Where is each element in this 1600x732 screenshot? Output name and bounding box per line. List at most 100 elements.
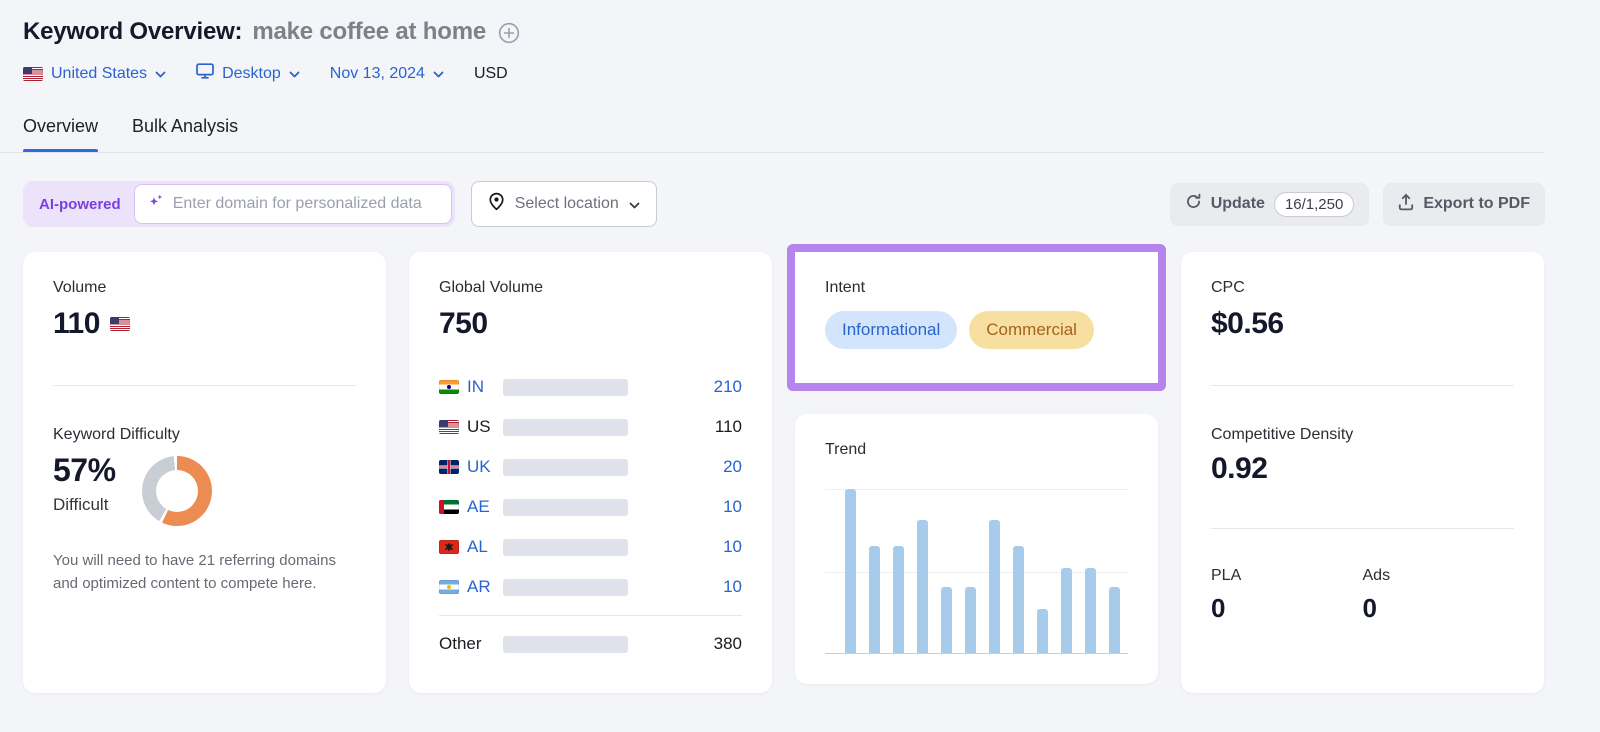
country-bar-track: [503, 379, 628, 396]
country-volume-value[interactable]: 10: [628, 497, 742, 517]
country-bar-track: [503, 419, 628, 436]
difficulty-description: You will need to have 21 referring domai…: [53, 550, 343, 595]
tab-divider: [0, 152, 1545, 153]
country-code-link[interactable]: AR: [467, 577, 491, 597]
ae-flag-icon: [439, 500, 459, 514]
select-location-button[interactable]: Select location: [471, 181, 657, 227]
uk-flag-icon: [439, 460, 459, 474]
desktop-icon: [196, 63, 214, 84]
trend-label: Trend: [825, 441, 1128, 459]
tab-bulk-analysis[interactable]: Bulk Analysis: [132, 116, 238, 153]
trend-chart: [825, 489, 1128, 654]
keyword-overview-page: Keyword Overview: make coffee at home Un…: [0, 0, 1600, 693]
divider: [1211, 528, 1514, 529]
country-volume-value[interactable]: 110: [628, 417, 742, 437]
page-header: Keyword Overview: make coffee at home: [23, 14, 1545, 46]
country-code-link[interactable]: IN: [467, 377, 484, 397]
intent-badge-commercial[interactable]: Commercial: [969, 311, 1094, 349]
volume-difficulty-card: Volume 110 Keyword Difficulty 57% Diffic…: [23, 252, 386, 693]
intent-label: Intent: [825, 279, 1128, 297]
filter-bar: United States Desktop Nov 13, 2024 USD: [23, 63, 1545, 84]
country-selector-label: United States: [51, 65, 147, 83]
global-volume-row: AL 10: [439, 527, 742, 567]
country-bar-track: [503, 499, 628, 516]
ads-label: Ads: [1363, 567, 1515, 585]
ai-powered-group: AI-powered: [23, 181, 455, 227]
trend-bar: [893, 546, 904, 653]
ads-value: 0: [1363, 593, 1515, 624]
divider: [53, 385, 356, 386]
country-bar-track: [503, 579, 628, 596]
trend-plot-bars: [845, 489, 1120, 653]
export-icon: [1398, 193, 1414, 216]
country-code-link[interactable]: UK: [467, 457, 491, 477]
refresh-icon: [1185, 193, 1202, 215]
update-button[interactable]: Update 16/1,250: [1170, 183, 1370, 226]
country-bar-track: [503, 539, 628, 556]
difficulty-percent: 57%: [53, 452, 116, 489]
country-code-link[interactable]: US: [467, 417, 491, 437]
other-value: 380: [628, 634, 742, 654]
date-selector[interactable]: Nov 13, 2024: [330, 65, 444, 83]
trend-bar: [1109, 587, 1120, 653]
country-volume-value[interactable]: 20: [628, 457, 742, 477]
intent-pills: Informational Commercial: [825, 311, 1128, 349]
intent-card: Intent Informational Commercial: [787, 244, 1166, 391]
global-volume-list: IN 210 US 110 UK 20 AE 10 AL 1: [439, 367, 742, 607]
country-volume-value[interactable]: 10: [628, 537, 742, 557]
trend-bar: [1013, 546, 1024, 653]
chevron-down-icon: [155, 71, 166, 78]
page-title: Keyword Overview:: [23, 18, 242, 46]
divider: [1211, 385, 1514, 386]
select-location-label: Select location: [515, 195, 619, 213]
country-bar-track: [503, 459, 628, 476]
update-quota-badge: 16/1,250: [1274, 192, 1354, 217]
metrics-grid: Volume 110 Keyword Difficulty 57% Diffic…: [23, 252, 1545, 693]
device-selector-label: Desktop: [222, 65, 281, 83]
chevron-down-icon: [289, 71, 300, 78]
other-bar-track: [503, 636, 628, 653]
trend-bar: [917, 520, 928, 653]
global-volume-row: AR 10: [439, 567, 742, 607]
difficulty-qualifier: Difficult: [53, 495, 116, 515]
currency-label: USD: [474, 65, 508, 83]
trend-bar: [941, 587, 952, 653]
trend-bar: [845, 489, 856, 653]
volume-label: Volume: [53, 279, 356, 297]
country-selector[interactable]: United States: [23, 65, 166, 83]
domain-input[interactable]: [173, 195, 439, 213]
pla-label: PLA: [1211, 567, 1363, 585]
trend-bar: [965, 587, 976, 653]
global-volume-value: 750: [439, 307, 488, 341]
location-pin-icon: [488, 192, 505, 216]
global-volume-row: UK 20: [439, 447, 742, 487]
keyword-difficulty-label: Keyword Difficulty: [53, 426, 356, 444]
pla-value: 0: [1211, 593, 1363, 624]
ar-flag-icon: [439, 580, 459, 594]
cpc-label: CPC: [1211, 279, 1514, 297]
export-to-pdf-button[interactable]: Export to PDF: [1383, 183, 1545, 226]
country-code-link[interactable]: AE: [467, 497, 490, 517]
difficulty-donut: [142, 456, 212, 526]
us-flag-icon: [439, 420, 459, 434]
add-keyword-icon[interactable]: [498, 22, 520, 44]
cpc-card: CPC $0.56 Competitive Density 0.92 PLA 0…: [1181, 252, 1544, 693]
device-selector[interactable]: Desktop: [196, 63, 300, 84]
country-volume-value[interactable]: 210: [628, 377, 742, 397]
export-to-pdf-label: Export to PDF: [1423, 195, 1530, 213]
intent-badge-informational[interactable]: Informational: [825, 311, 957, 349]
country-code-link[interactable]: AL: [467, 537, 488, 557]
us-flag-icon: [23, 67, 43, 81]
tab-overview[interactable]: Overview: [23, 116, 98, 153]
other-label: Other: [439, 634, 503, 654]
global-volume-row: AE 10: [439, 487, 742, 527]
trend-card: Trend: [795, 414, 1158, 684]
intent-trend-column: Intent Informational Commercial Trend: [795, 252, 1158, 684]
country-volume-value[interactable]: 10: [628, 577, 742, 597]
trend-bar: [1061, 568, 1072, 653]
competitive-density-value: 0.92: [1211, 452, 1514, 486]
us-flag-icon: [110, 317, 130, 331]
ai-powered-badge: AI-powered: [26, 196, 134, 213]
global-volume-other-row: Other 380: [439, 624, 742, 664]
domain-input-wrap: [134, 184, 452, 224]
